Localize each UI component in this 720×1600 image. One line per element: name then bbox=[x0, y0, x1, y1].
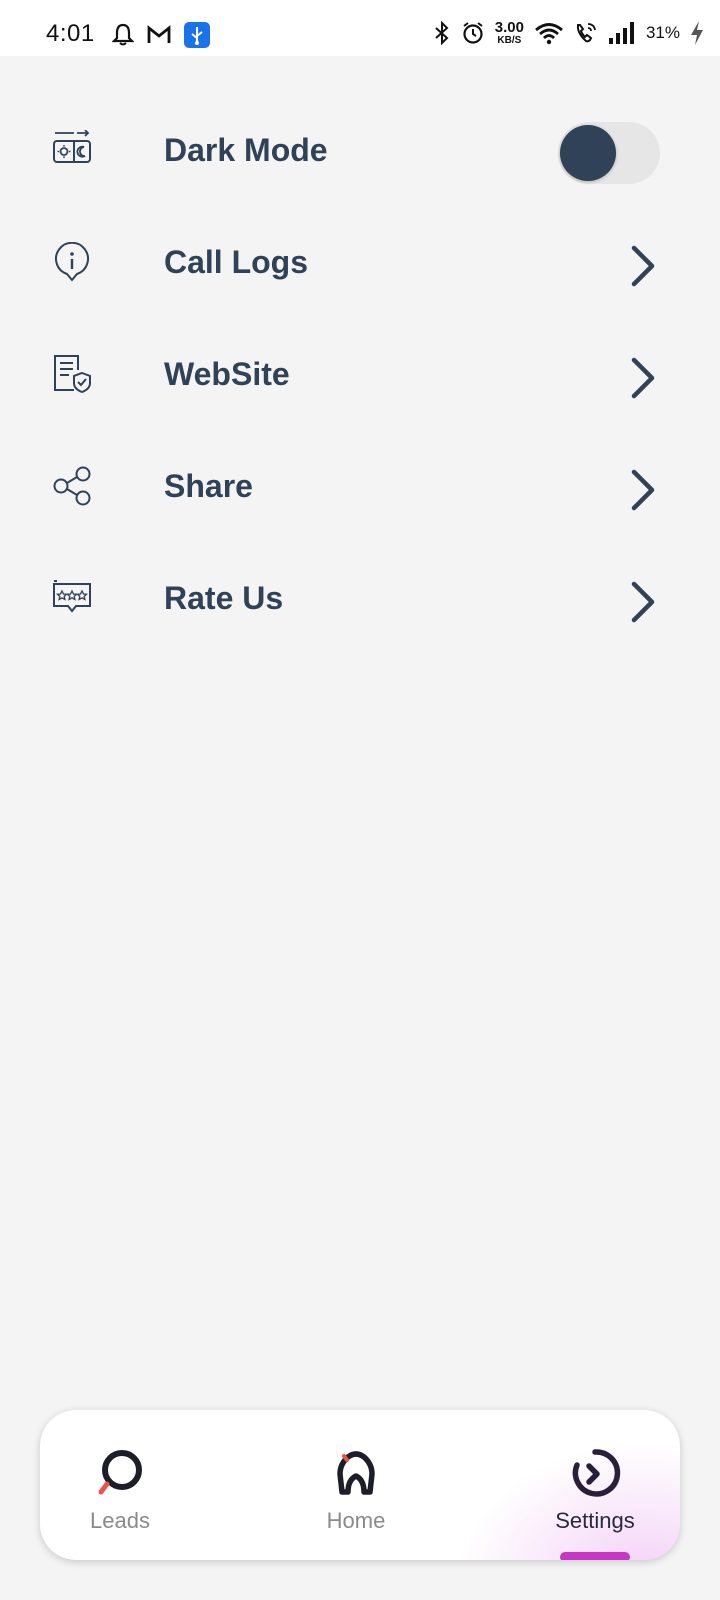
chevron-right-icon bbox=[631, 469, 655, 511]
chevron-right-icon bbox=[631, 581, 655, 623]
settings-item-label: Dark Mode bbox=[164, 132, 328, 168]
network-speed-unit: KB/S bbox=[497, 34, 522, 46]
signal-icon bbox=[608, 22, 634, 44]
usb-icon bbox=[184, 22, 210, 48]
share-icon bbox=[53, 466, 91, 506]
bottom-navigation: Leads Home Settings bbox=[40, 1410, 680, 1560]
nav-label: Settings bbox=[555, 1508, 635, 1533]
wifi-calling-icon bbox=[576, 23, 596, 43]
settings-item-label: Rate Us bbox=[164, 580, 284, 616]
settings-item-share[interactable]: Share bbox=[0, 432, 720, 544]
gmail-icon bbox=[147, 25, 171, 43]
settings-item-label: WebSite bbox=[164, 356, 290, 392]
nav-item-settings[interactable]: Settings bbox=[535, 1448, 655, 1534]
toggle-knob bbox=[560, 125, 616, 181]
status-time: 4:01 bbox=[46, 20, 95, 47]
chevron-right-icon bbox=[631, 357, 655, 399]
dark-mode-icon bbox=[53, 130, 91, 163]
settings-item-label: Share bbox=[164, 468, 253, 504]
bell-icon bbox=[112, 23, 134, 46]
network-speed-value: 3.00 bbox=[494, 18, 524, 36]
nav-label: Home bbox=[326, 1508, 386, 1533]
network-speed: 3.00 KB/S bbox=[494, 18, 524, 46]
status-notifications bbox=[112, 22, 210, 48]
rating-stars-icon bbox=[53, 580, 91, 613]
home-icon bbox=[337, 1451, 375, 1495]
nav-item-leads[interactable]: Leads bbox=[60, 1448, 180, 1534]
status-bar: 4:01 3.00 KB/S 31% bbox=[0, 0, 720, 56]
settings-item-website[interactable]: WebSite bbox=[0, 320, 720, 432]
search-icon bbox=[98, 1450, 142, 1495]
wifi-icon bbox=[535, 23, 563, 45]
alarm-icon bbox=[463, 22, 483, 44]
status-system-icons: 3.00 KB/S 31% bbox=[433, 20, 704, 46]
chevron-right-icon bbox=[631, 245, 655, 287]
settings-item-rate-us[interactable]: Rate Us bbox=[0, 544, 720, 656]
nav-label: Leads bbox=[90, 1508, 150, 1533]
dark-mode-toggle[interactable] bbox=[558, 122, 660, 184]
settings-item-call-logs[interactable]: Call Logs bbox=[0, 208, 720, 320]
document-shield-icon bbox=[54, 355, 91, 394]
battery-percentage: 31% bbox=[645, 23, 680, 42]
charging-icon bbox=[691, 21, 703, 45]
info-icon bbox=[55, 242, 89, 282]
nav-item-home[interactable]: Home bbox=[296, 1448, 416, 1534]
settings-list: Dark Mode Call Logs WebSite Share Rate U… bbox=[0, 96, 720, 656]
settings-icon bbox=[572, 1449, 621, 1497]
settings-item-label: Call Logs bbox=[164, 244, 309, 280]
settings-item-dark-mode[interactable]: Dark Mode bbox=[0, 96, 720, 208]
bluetooth-icon bbox=[435, 21, 449, 45]
active-tab-indicator bbox=[560, 1552, 630, 1560]
